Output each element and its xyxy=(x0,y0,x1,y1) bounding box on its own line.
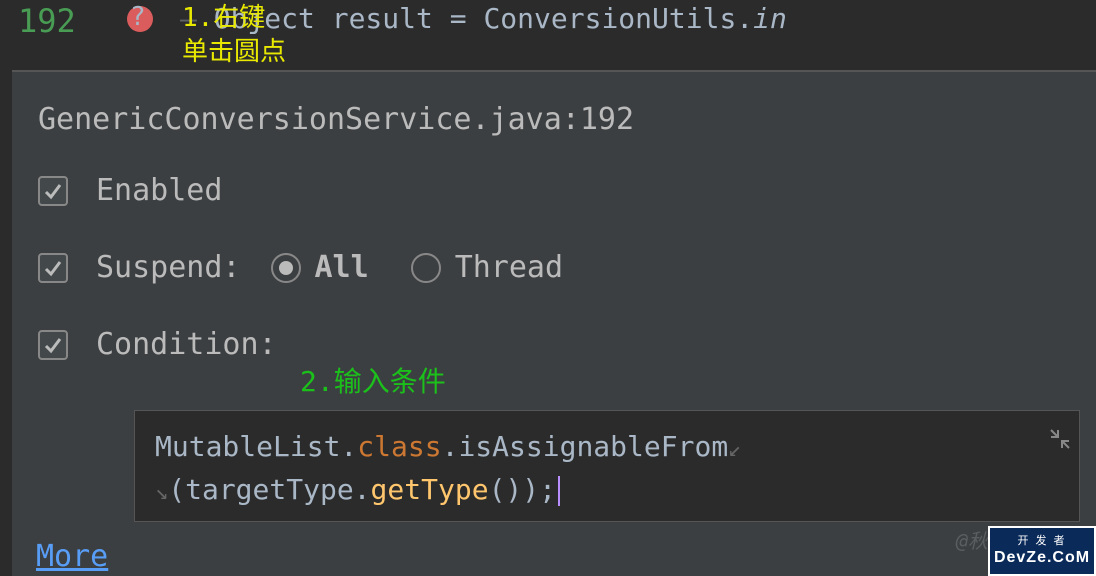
watermark-logo-top: 开 发 者 xyxy=(990,535,1094,548)
annotation-1-line1: 1.右键 xyxy=(182,3,265,33)
editor-line: 192 ? — Object result = ConversionUtils.… xyxy=(0,0,1096,70)
enabled-label: Enabled xyxy=(96,173,222,208)
radio-all[interactable] xyxy=(271,253,301,283)
text-caret xyxy=(558,476,560,506)
condition-checkbox[interactable] xyxy=(38,330,68,360)
code-token-keyword: class xyxy=(357,430,441,463)
code-token: ()); xyxy=(489,473,556,506)
radio-thread-label: Thread xyxy=(455,250,563,285)
annotation-1: 1.右键 单击圆点 xyxy=(182,2,286,70)
condition-row: Condition: xyxy=(38,327,1076,362)
popup-title: GenericConversionService.java:192 xyxy=(38,102,1076,137)
suspend-label: Suspend: xyxy=(96,250,241,285)
suspend-row: Suspend: All Thread xyxy=(38,250,1076,285)
soft-wrap-icon: ↙ xyxy=(728,437,741,462)
condition-input[interactable]: MutableList.class.isAssignableFrom↙ ↘(tar… xyxy=(134,410,1080,522)
code-token-method: getType xyxy=(371,473,489,506)
condition-label: Condition: xyxy=(96,327,277,362)
watermark-logo: 开 发 者 DevZe.CoM xyxy=(988,526,1096,576)
check-icon xyxy=(43,181,63,201)
conditional-breakpoint-icon: ? xyxy=(130,2,146,32)
check-icon xyxy=(43,335,63,355)
watermark-logo-bottom: DevZe.CoM xyxy=(990,548,1094,567)
breakpoint-popup: GenericConversionService.java:192 Enable… xyxy=(12,70,1096,576)
annotation-2: 2.输入条件 xyxy=(300,360,446,400)
code-invoke: in xyxy=(753,2,787,35)
radio-dot-icon xyxy=(279,261,293,275)
code-text: Object result = ConversionUtils. xyxy=(214,2,753,35)
check-icon xyxy=(43,258,63,278)
watermark-handle: @秋 xyxy=(956,525,988,554)
radio-all-label: All xyxy=(315,250,369,285)
code-token: .isAssignableFrom xyxy=(442,430,729,463)
suspend-checkbox[interactable] xyxy=(38,253,68,283)
enabled-row: Enabled xyxy=(38,173,1076,208)
enabled-checkbox[interactable] xyxy=(38,176,68,206)
more-link[interactable]: More xyxy=(36,539,108,574)
collapse-icon[interactable] xyxy=(1049,419,1071,462)
annotation-1-line2: 单击圆点 xyxy=(182,37,286,67)
gutter-line-number: 192 xyxy=(0,0,100,40)
line-number: 192 xyxy=(18,2,76,40)
suspend-radio-group: All Thread xyxy=(253,250,588,285)
radio-thread[interactable] xyxy=(411,253,441,283)
code-token: MutableList. xyxy=(155,430,357,463)
breakpoint-gutter[interactable]: ? xyxy=(100,0,180,32)
soft-wrap-icon: ↘ xyxy=(155,480,168,505)
code-token: (targetType. xyxy=(168,473,370,506)
